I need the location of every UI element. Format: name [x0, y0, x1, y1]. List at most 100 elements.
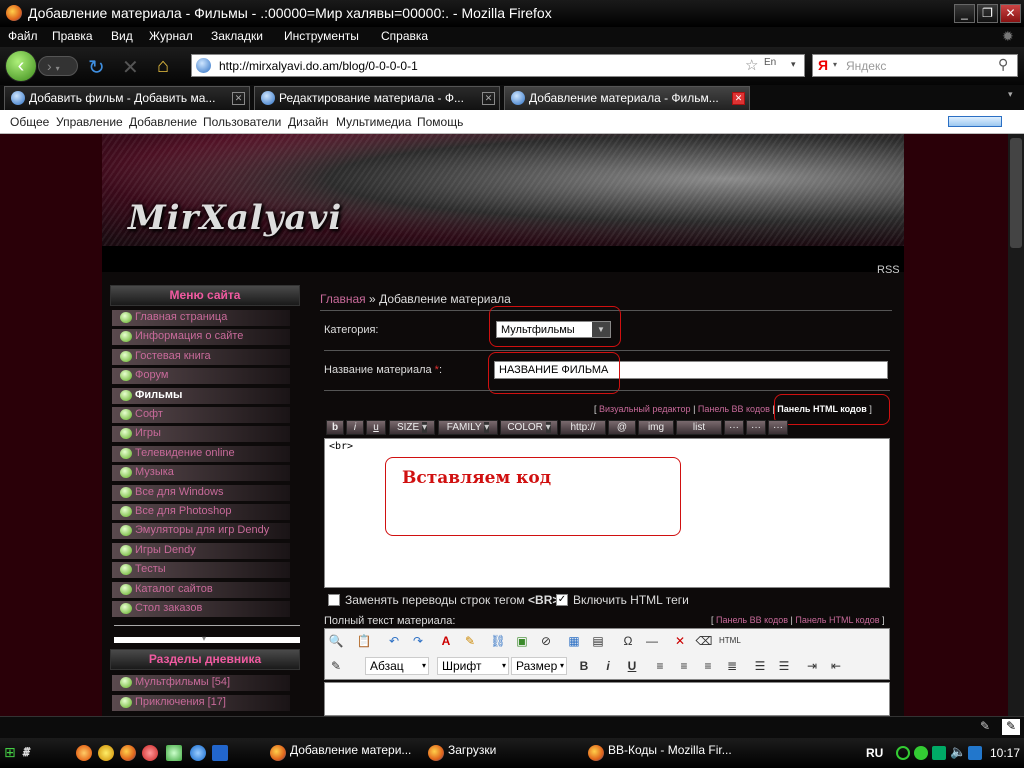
visual-editor-link[interactable]: Визуальный редактор	[599, 404, 691, 414]
align-center-icon[interactable]: ≡	[675, 657, 693, 675]
tab-edit-material[interactable]: Редактирование материала - Ф... ✕	[254, 86, 500, 110]
horizontal-rule-icon[interactable]: —	[643, 632, 661, 650]
admin-users[interactable]: Пользователи	[203, 115, 281, 129]
reload-icon[interactable]: ↻	[88, 55, 105, 80]
italic-button[interactable]: i	[346, 420, 364, 435]
family-dropdown[interactable]: FAMILY ▾	[438, 420, 498, 435]
tab-close-icon[interactable]: ✕	[232, 92, 245, 105]
html-panel-link[interactable]: Панель HTML кодов	[795, 615, 879, 625]
tray-app-icon[interactable]	[968, 746, 982, 760]
italic-button[interactable]: i	[599, 657, 617, 675]
pencil-icon[interactable]: ✎	[980, 719, 998, 735]
email-button[interactable]: @	[608, 420, 636, 435]
url-button[interactable]: http://	[560, 420, 606, 435]
replace-br-checkbox[interactable]	[328, 594, 340, 606]
undo-icon[interactable]: ↶	[385, 632, 403, 650]
menu-history[interactable]: Журнал	[149, 29, 193, 43]
start-button[interactable]: ⊞	[4, 744, 16, 761]
menu-item-tests[interactable]: Тесты	[112, 562, 290, 578]
admin-add[interactable]: Добавление	[129, 115, 197, 129]
img-button[interactable]: img	[638, 420, 674, 435]
menu-item-home[interactable]: Главная страница	[112, 310, 290, 326]
url-bar[interactable]: http://mirxalyavi.do.am/blog/0-0-0-0-1 ☆…	[191, 54, 805, 77]
notes-icon[interactable]: ✎	[1002, 719, 1020, 735]
menu-item-soft[interactable]: Софт	[112, 407, 290, 423]
link-icon[interactable]: ⛓	[489, 632, 507, 650]
menu-item-windows[interactable]: Все для Windows	[112, 485, 290, 501]
tray-volume-icon[interactable]: 🔈	[950, 744, 966, 760]
quicklaunch-app-icon[interactable]	[166, 745, 182, 761]
find-icon[interactable]: 🔍	[327, 632, 345, 650]
back-button[interactable]: ‹	[5, 50, 37, 82]
html-source-icon[interactable]: HTML	[719, 632, 741, 650]
tab-close-icon[interactable]: ✕	[732, 92, 745, 105]
history-dropdown-icon[interactable]: ▾	[56, 64, 60, 73]
size-select[interactable]: Размер ▾	[511, 657, 567, 675]
enable-html-checkbox[interactable]: ✓	[556, 594, 568, 606]
menu-item-catalog[interactable]: Каталог сайтов	[112, 582, 290, 598]
quicklaunch-firefox-icon[interactable]	[120, 745, 136, 761]
bold-button[interactable]: b	[326, 420, 344, 435]
eraser-icon[interactable]: ⌫	[695, 632, 713, 650]
section-item-cartoons[interactable]: Мультфильмы [54]	[112, 675, 290, 691]
font-select[interactable]: Шрифт ▾	[437, 657, 509, 675]
admin-bar-slider[interactable]	[948, 116, 1002, 127]
menu-item-tv[interactable]: Телевидение online	[112, 446, 290, 462]
bb-panel-link[interactable]: Панель BB кодов	[698, 404, 770, 414]
task-firefox-add-material[interactable]: Добавление матери...	[268, 743, 418, 765]
no-format-icon[interactable]: ⊘	[537, 632, 555, 650]
image-icon[interactable]: ▣	[513, 632, 531, 650]
stop-icon[interactable]: ✕	[122, 55, 139, 80]
highlight-icon[interactable]: ✎	[461, 632, 479, 650]
style-icon[interactable]: ✎	[327, 657, 345, 675]
bookmark-star-icon[interactable]: ☆	[745, 56, 758, 74]
more-button[interactable]: ···	[746, 420, 766, 435]
admin-general[interactable]: Общее	[10, 115, 49, 129]
menu-item-emulators[interactable]: Эмуляторы для игр Dendy	[112, 523, 290, 539]
outdent-icon[interactable]: ⇤	[827, 657, 845, 675]
admin-manage[interactable]: Управление	[56, 115, 123, 129]
tray-icq-icon[interactable]	[896, 746, 910, 760]
menu-item-about[interactable]: Информация о сайте	[112, 329, 290, 345]
redo-icon[interactable]: ↷	[409, 632, 427, 650]
tab-add-material[interactable]: Добавление материала - Фильм... ✕	[504, 86, 750, 110]
ordered-list-icon[interactable]: ☰	[751, 657, 769, 675]
menu-view[interactable]: Вид	[111, 29, 133, 43]
menu-item-games[interactable]: Игры	[112, 426, 290, 442]
underline-button[interactable]: u	[366, 420, 386, 435]
admin-multimedia[interactable]: Мультимедиа	[336, 115, 411, 129]
task-downloads[interactable]: Загрузки	[426, 743, 576, 765]
url-text[interactable]: http://mirxalyavi.do.am/blog/0-0-0-0-1	[219, 59, 418, 73]
indent-icon[interactable]: ⇥	[803, 657, 821, 675]
task-bbcodes[interactable]: BB-Коды - Mozilla Fir...	[586, 743, 746, 765]
color-dropdown[interactable]: COLOR ▾	[500, 420, 558, 435]
align-justify-icon[interactable]: ≣	[723, 657, 741, 675]
menu-tools[interactable]: Инструменты	[284, 29, 359, 43]
home-icon[interactable]: ⌂	[157, 55, 169, 78]
menu-item-guestbook[interactable]: Гостевая книга	[112, 349, 290, 365]
underline-button[interactable]: U	[623, 657, 641, 675]
quicklaunch-app-icon[interactable]: ⩩	[22, 744, 29, 760]
list-button[interactable]: list	[676, 420, 722, 435]
menu-item-photoshop[interactable]: Все для Photoshop	[112, 504, 290, 520]
quicklaunch-ie-icon[interactable]	[190, 745, 206, 761]
section-item-adventure[interactable]: Приключения [17]	[112, 695, 290, 711]
close-button[interactable]: ✕	[1000, 4, 1021, 23]
search-input[interactable]: Яндекс	[846, 59, 886, 73]
quicklaunch-app-icon[interactable]	[212, 745, 228, 761]
more-button[interactable]: ···	[768, 420, 788, 435]
maximize-button[interactable]: ❐	[977, 4, 998, 23]
vertical-scrollbar[interactable]	[1008, 134, 1024, 716]
full-text-editor[interactable]	[324, 682, 890, 716]
admin-help[interactable]: Помощь	[417, 115, 463, 129]
language-badge[interactable]: En	[764, 57, 776, 68]
menu-edit[interactable]: Правка	[52, 29, 93, 43]
menu-item-dendy[interactable]: Игры Dendy	[112, 543, 290, 559]
bold-button[interactable]: B	[575, 657, 593, 675]
admin-design[interactable]: Дизайн	[288, 115, 328, 129]
paste-icon[interactable]: 📋	[355, 632, 373, 650]
quicklaunch-app-icon[interactable]	[76, 745, 92, 761]
tray-network-icon[interactable]	[932, 746, 946, 760]
unordered-list-icon[interactable]: ☰	[775, 657, 793, 675]
search-box[interactable]: Я ▾ Яндекс ⚲	[812, 54, 1018, 77]
